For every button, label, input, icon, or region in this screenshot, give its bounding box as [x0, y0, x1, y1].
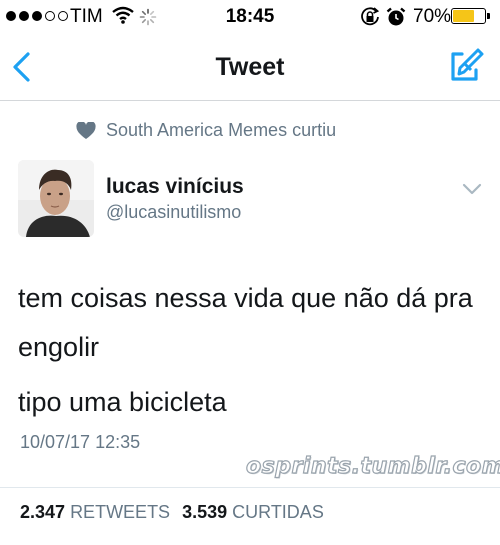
liked-by-text: South America Memes curtiu — [106, 120, 337, 140]
retweets-count: 2.347 — [20, 502, 66, 522]
battery-nub — [487, 13, 490, 19]
tweet-timestamp: 10/07/17 12:35 — [20, 432, 141, 452]
battery-icon — [451, 8, 486, 24]
battery-percentage: 70% — [413, 6, 452, 27]
retweets-label: RETWEETS — [70, 502, 171, 522]
tweet-text: tem coisas nessa vida que não dá pra eng… — [18, 274, 488, 427]
author-handle[interactable]: @lucasinutilismo — [106, 202, 241, 223]
tweet-options-button[interactable] — [462, 182, 482, 196]
watermark: osprints.tumblr.com — [245, 453, 500, 479]
heart-icon — [76, 121, 96, 139]
retweets-stat[interactable]: 2.347 RETWEETS — [20, 502, 170, 522]
alarm-icon — [385, 6, 407, 34]
navigation-bar: Tweet — [0, 34, 500, 101]
status-bar: TIM 18:45 70% — [0, 0, 500, 34]
page-title: Tweet — [215, 53, 285, 81]
author-name[interactable]: lucas vinícius — [106, 175, 244, 199]
social-context: South America Memes curtiu — [76, 120, 336, 141]
chevron-down-icon — [462, 183, 482, 195]
tweet-text-line: tipo uma bicicleta — [18, 387, 227, 417]
likes-stat[interactable]: 3.539 CURTIDAS — [182, 502, 324, 522]
compose-tweet-button[interactable] — [445, 46, 485, 86]
rotation-lock-icon — [359, 6, 381, 34]
compose-icon — [451, 48, 484, 81]
likes-label: CURTIDAS — [232, 502, 324, 522]
tweet-text-line: tem coisas nessa vida que não dá pra eng… — [18, 283, 473, 362]
likes-count: 3.539 — [182, 502, 228, 522]
avatar[interactable] — [18, 160, 94, 237]
divider — [0, 487, 500, 488]
tweet-stats: 2.347 RETWEETS 3.539 CURTIDAS — [20, 502, 324, 523]
